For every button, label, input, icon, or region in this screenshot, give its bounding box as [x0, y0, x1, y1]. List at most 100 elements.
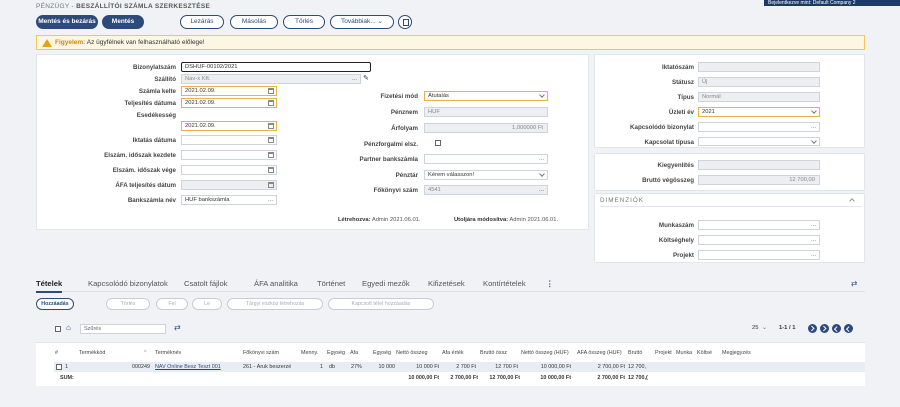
supplier-field[interactable]: Nav-x Kft.... [181, 74, 361, 84]
cost-center-field[interactable]: ... [698, 235, 820, 245]
status-field[interactable]: Új [698, 77, 820, 87]
bank-account-field[interactable]: HUF bankszámla... [181, 195, 277, 205]
delete-row-button[interactable]: Törlés [106, 298, 150, 310]
calendar-icon[interactable] [268, 123, 274, 129]
filter-bell-icon[interactable]: ⌂ [66, 323, 71, 332]
more-icon[interactable]: ... [811, 123, 816, 131]
due-date-input[interactable]: 2021.02.09. [181, 121, 277, 131]
tab-tetelek[interactable]: Tételek [36, 279, 63, 293]
cashier-select[interactable]: Kérem válasszon! [424, 170, 548, 180]
col-header-project[interactable]: Projekt [655, 350, 675, 356]
exchange-rate-field[interactable]: 1,000000 Ft [424, 123, 548, 133]
sum-label: SUM: [60, 375, 74, 381]
payment-method-select[interactable]: Átutalás [424, 91, 548, 101]
tab-tortenet[interactable]: Történet [317, 279, 345, 288]
tab-kontirtetelek[interactable]: Kontírtételek [483, 279, 526, 288]
fulfillment-date-input[interactable]: 2021.02.09. [181, 98, 277, 108]
last-page-icon[interactable] [844, 324, 853, 333]
chevron-down-icon [539, 92, 545, 98]
more-icon[interactable]: ... [811, 221, 816, 229]
more-icon[interactable]: ... [268, 196, 273, 204]
calendar-icon[interactable] [268, 137, 274, 143]
col-header-gross[interactable]: Bruttó össz [480, 350, 520, 356]
cell-product-link[interactable]: NAV Online Besz Teszt 001 [155, 364, 241, 370]
fiscal-year-select[interactable]: 2021 [698, 107, 820, 117]
col-header-gross-huf[interactable]: Bruttó [628, 350, 654, 356]
move-up-button[interactable]: Fel [156, 298, 188, 310]
more-icon[interactable]: ... [539, 186, 544, 194]
tab-kapcsolodo[interactable]: Kapcsolódó bizonylatok [88, 279, 168, 288]
tab-kifizetesek[interactable]: Kifizetések [428, 279, 465, 288]
filter-input[interactable]: Szűrés [80, 324, 166, 334]
col-header-vatvalue[interactable]: Áfa érték [442, 350, 478, 356]
delete-button[interactable]: Törlés [283, 15, 325, 29]
project-field[interactable]: ... [698, 250, 820, 260]
col-header-vat-huf[interactable]: ÁFA összeg (HUF) [577, 350, 627, 356]
col-header-job[interactable]: Munka [676, 350, 696, 356]
settlement-field[interactable] [698, 160, 820, 170]
period-start-input[interactable] [181, 150, 277, 160]
label-arfolyam: Árfolyam [391, 125, 418, 132]
period-end-input[interactable] [181, 165, 277, 175]
calendar-icon[interactable] [268, 88, 274, 94]
more-icon[interactable]: ... [539, 155, 544, 163]
select-all-checkbox[interactable] [55, 326, 61, 332]
gross-total-field[interactable]: 12 700,00 [698, 175, 820, 185]
filing-date-input[interactable] [181, 135, 277, 145]
create-asset-button[interactable]: Tárgyi eszköz létrehozás [227, 298, 323, 310]
col-header-net[interactable]: Nettó összeg [396, 350, 441, 356]
chevron-down-icon: ⌄ [762, 325, 768, 331]
invoice-date-input[interactable]: 2021.02.09. [181, 86, 277, 96]
col-header-name[interactable]: Terméknév [155, 350, 181, 356]
copy-button[interactable]: Másolás [230, 15, 278, 29]
partner-bank-field[interactable]: ... [424, 154, 548, 164]
tab-csatolt[interactable]: Csatolt fájlok [184, 279, 227, 288]
calendar-icon[interactable] [268, 100, 274, 106]
filing-number-field[interactable] [698, 62, 820, 72]
move-down-button[interactable]: Le [192, 298, 222, 310]
add-row-button[interactable]: Hozzáadás [36, 298, 74, 310]
sum-net-huf: 10 000,00 Ft [540, 375, 571, 381]
swap-icon[interactable]: ⇄ [851, 279, 857, 288]
more-icon[interactable]: ... [811, 251, 816, 259]
relation-type-select[interactable] [698, 137, 820, 146]
col-header-qty[interactable]: Menny. [301, 350, 325, 356]
vat-date-input[interactable] [181, 180, 277, 190]
kebab-menu-icon[interactable]: ⋮ [546, 279, 554, 288]
bizonylatszam-input[interactable]: DSHUF-00102/2021 [181, 62, 371, 72]
more-button[interactable]: Továbbiak... ⌄ [330, 15, 394, 29]
save-button[interactable]: Mentés [102, 15, 144, 29]
first-page-icon[interactable] [808, 324, 817, 333]
cash-accounting-checkbox[interactable] [435, 140, 441, 146]
close-button[interactable]: Lezárás [180, 15, 224, 29]
edit-icon[interactable]: ✎ [363, 74, 369, 82]
currency-field[interactable]: HUF [424, 107, 548, 117]
page-size-select[interactable]: 25 [752, 325, 758, 331]
col-header-net-huf[interactable]: Nettó összeg (HUF) [521, 350, 575, 356]
tab-afa-analitika[interactable]: ÁFA analitika [254, 279, 298, 288]
calendar-icon[interactable] [268, 167, 274, 173]
sort-up-icon[interactable]: ^ [144, 350, 147, 356]
col-header-cost[interactable]: Költsé [697, 350, 719, 356]
col-header-code[interactable]: Termékkód [79, 350, 105, 356]
next-page-icon[interactable] [832, 324, 841, 333]
ledger-field[interactable]: 4541... [424, 185, 548, 195]
col-header-vat[interactable]: Áfa [350, 350, 370, 356]
col-header-note[interactable]: Megjegyzés [722, 350, 751, 356]
col-header-unitprice[interactable]: Egység [373, 350, 395, 356]
type-field[interactable]: Normál [698, 92, 820, 102]
tab-egyedi[interactable]: Egyedi mezők [362, 279, 410, 288]
swap-icon[interactable]: ⇄ [174, 323, 181, 332]
more-icon[interactable]: ... [352, 75, 357, 83]
document-icon[interactable] [398, 15, 412, 29]
row-checkbox[interactable] [56, 364, 62, 370]
col-header-ledger[interactable]: Főkönyvi szám [243, 350, 279, 356]
prev-page-icon[interactable] [820, 324, 829, 333]
add-linked-item-button[interactable]: Kapcsolt tétel hozzáadás [328, 298, 434, 310]
job-number-field[interactable]: ... [698, 220, 820, 230]
calendar-icon[interactable] [268, 152, 274, 158]
related-doc-field[interactable]: ... [698, 122, 820, 132]
save-close-button[interactable]: Mentés és bezárás [36, 15, 98, 29]
more-icon[interactable]: ... [811, 236, 816, 244]
col-header-unit[interactable]: Egység [327, 350, 347, 356]
